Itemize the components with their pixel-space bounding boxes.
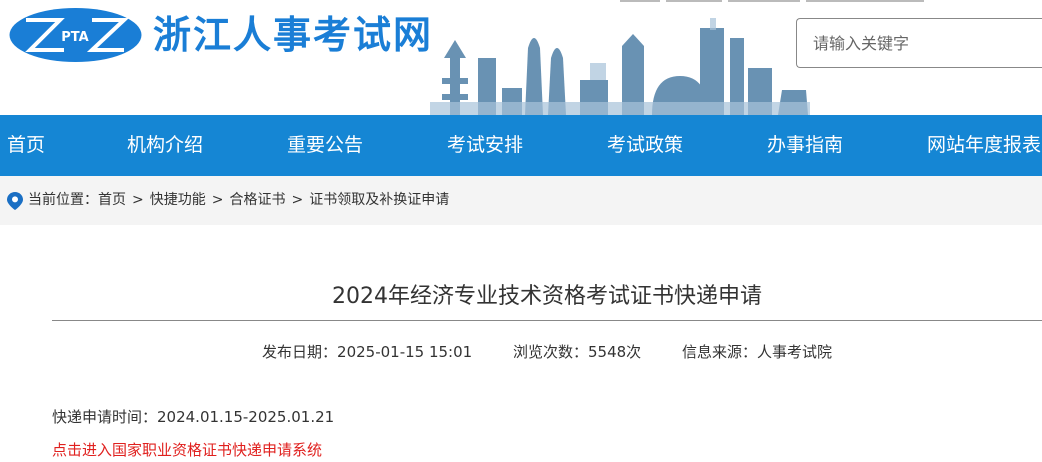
nav-item-announcements[interactable]: 重要公告	[287, 115, 363, 176]
logo-text: PTA	[61, 30, 88, 45]
breadcrumb-certificates[interactable]: 合格证书	[229, 192, 285, 208]
breadcrumb-quick-functions[interactable]: 快捷功能	[150, 192, 206, 208]
publish-date: 发布日期：2025-01-15 15:01	[262, 343, 473, 361]
pta-logo[interactable]: PTA	[8, 6, 143, 64]
search-input[interactable]	[796, 18, 1042, 68]
site-name[interactable]: 浙江人事考试网	[153, 6, 433, 64]
location-pin-icon	[7, 192, 23, 210]
title-divider	[52, 320, 1042, 321]
breadcrumb-home[interactable]: 首页	[98, 192, 126, 208]
breadcrumb-current[interactable]: 证书领取及补换证申请	[309, 192, 449, 208]
apply-time-text: 快递申请时间：2024.01.15-2025.01.21	[52, 408, 335, 426]
nav-item-exam-policy[interactable]: 考试政策	[607, 115, 683, 176]
nav-item-about[interactable]: 机构介绍	[127, 115, 203, 176]
info-source: 信息来源：人事考试院	[681, 343, 832, 361]
nav-item-exam-schedule[interactable]: 考试安排	[447, 115, 523, 176]
main-nav: 首页 机构介绍 重要公告 考试安排 考试政策 办事指南 网站年度报表	[0, 115, 1042, 176]
view-count: 浏览次数：5548次	[512, 343, 642, 361]
breadcrumb-separator-icon: >	[132, 192, 144, 208]
breadcrumb: 当前位置：首页 > 快捷功能 > 合格证书 > 证书领取及补换证申请	[0, 176, 1042, 225]
site-header: PTA 浙江人事考试网	[0, 0, 1042, 115]
city-skyline-banner	[430, 18, 810, 115]
apply-system-link[interactable]: 点击进入国家职业资格证书快递申请系统	[52, 439, 322, 461]
nav-item-service-guide[interactable]: 办事指南	[767, 115, 843, 176]
breadcrumb-prefix: 当前位置：	[28, 192, 98, 208]
article-title: 2024年经济专业技术资格考试证书快递申请	[332, 284, 762, 309]
nav-item-home[interactable]: 首页	[7, 115, 45, 176]
article-meta: 发布日期：2025-01-15 15:01 浏览次数：5548次 信息来源：人事…	[52, 341, 1042, 363]
nav-item-annual-report[interactable]: 网站年度报表	[927, 115, 1041, 176]
breadcrumb-separator-icon: >	[291, 192, 304, 208]
breadcrumb-separator-icon: >	[211, 192, 224, 208]
